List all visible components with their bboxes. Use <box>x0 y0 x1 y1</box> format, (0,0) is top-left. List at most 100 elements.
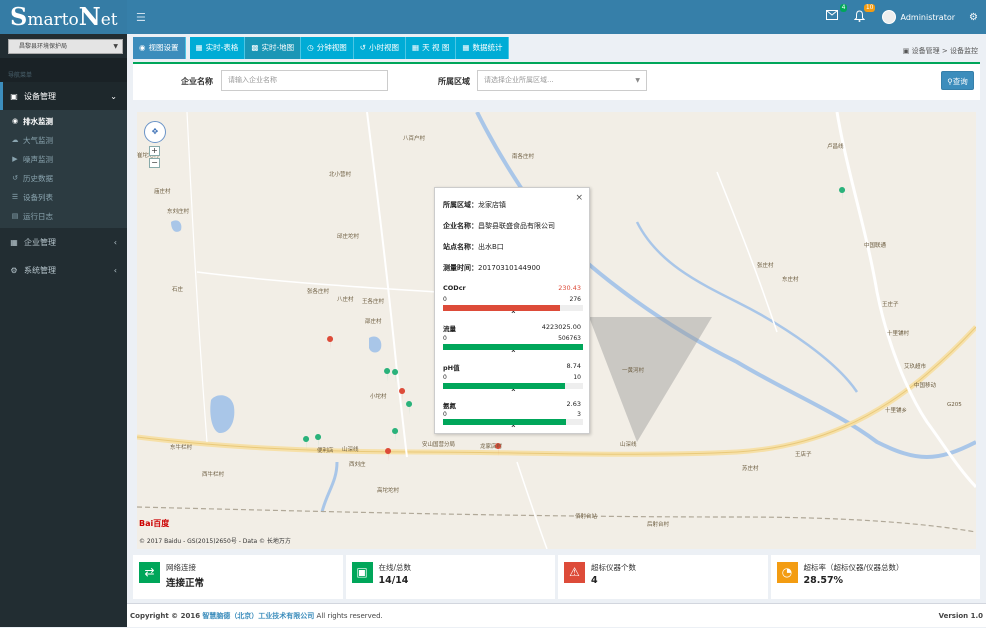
company-name-label: 企业名称 <box>181 77 213 86</box>
chevron-left-icon: ‹ <box>113 237 117 247</box>
query-button[interactable]: ⚲查询 <box>941 71 974 90</box>
close-icon[interactable]: × <box>575 193 583 203</box>
avatar <box>882 10 897 24</box>
stat-online: ▣ 在线/总数 14/14 <box>345 555 555 599</box>
map-place-label: 佰射台站 <box>575 514 598 520</box>
org-select[interactable]: 昌黎县环境保护局 ▼ <box>8 39 123 54</box>
map-pan-control[interactable]: ✥ <box>144 121 166 143</box>
chevron-up-icon: ⌃ <box>510 349 517 358</box>
breadcrumb: ▣ 设备管理 > 设备监控 <box>902 47 978 55</box>
map-place-label: 便利店 <box>317 448 334 454</box>
chevron-left-icon: ‹ <box>113 265 117 275</box>
metric-bar-fill <box>443 419 566 425</box>
footer: Copyright © 2016 智慧脑德（北京）工业技术有限公司 All ri… <box>127 603 986 627</box>
tab-realtime-map[interactable]: ▩ 实时-地图 <box>245 37 302 59</box>
map-place-label: 后射台村 <box>647 522 670 528</box>
sidebar-item-device-management[interactable]: ▣ 设备管理 ⌄ <box>0 82 127 110</box>
map-place-label: 张庄村 <box>757 263 774 269</box>
monitor-icon: ▣ <box>351 562 373 583</box>
map-view[interactable]: 八百户村 南各庄村 北小营村 庙庄村 东刘庄村 张各庄村 王各庄村 邵庄村 卢昌线 中国联通 张庄村… <box>137 112 976 549</box>
metric-name: pH值 <box>443 364 460 372</box>
chevron-up-icon: ⌃ <box>510 388 517 397</box>
map-place-label: 王店子 <box>795 452 812 458</box>
map-place-label: 邵庄村 <box>365 319 382 325</box>
sidebar-item-history[interactable]: ↺ 历史数据 <box>0 169 127 188</box>
main-content: ◉ 视图设置 ▦ 实时-表格 ▩ 实时-地图 ◷ 分钟视图 ↺ 小时视图 ▦ 天 视 图 ▦… <box>127 34 986 627</box>
region-label: 所属区域 <box>438 77 470 86</box>
map-copyright: © 2017 Baidu - GS(2015)2650号 - Data © 长地… <box>139 538 291 545</box>
map-place-label: 庙庄村 <box>154 189 171 195</box>
metric-bar-fill <box>443 383 566 389</box>
tab-hour-view[interactable]: ↺ 小时视图 <box>353 37 407 59</box>
sidebar-item-logs[interactable]: ▤ 运行日志 <box>0 207 127 226</box>
map-place-label: 八庄村 <box>337 297 354 303</box>
notifications-button[interactable]: 10 <box>854 4 876 24</box>
metric-min: 0 <box>443 335 447 342</box>
device-submenu: ◉ 排水监测 ☁ 大气监测 ▶ 噪声监测 ↺ 历史数据 ☰ 设备列表 ▤ 运行日志 <box>0 110 127 228</box>
sidebar-item-drainage[interactable]: ◉ 排水监测 <box>0 112 127 131</box>
user-menu[interactable]: Administrator <box>882 10 955 24</box>
cloud-icon: ☁ <box>11 136 19 144</box>
desktop-icon: ▣ <box>10 91 18 101</box>
list-icon: ☰ <box>11 193 19 201</box>
bell-icon <box>854 10 866 22</box>
map-place-label: 东刘庄村 <box>167 209 190 215</box>
map-place-label: 石庄 <box>172 287 184 293</box>
map-place-label: 南各庄村 <box>512 154 535 160</box>
stat-exceed-rate: ◔ 超标率（超标仪器/仪器总数） 28.57% <box>770 555 980 599</box>
metric-name: CODcr <box>443 284 466 292</box>
clock-icon: ◷ <box>307 43 314 52</box>
map-icon: ▩ <box>251 43 259 52</box>
map-place-label: 山深线 <box>620 442 637 448</box>
map-place-label: 安山国营分局 <box>422 442 456 448</box>
tab-minute-view[interactable]: ◷ 分钟视图 <box>301 37 354 59</box>
warning-icon: ⚠ <box>564 562 585 583</box>
metric-max: 10 <box>573 374 581 381</box>
file-icon: ▤ <box>11 212 19 220</box>
filter-bar: 企业名称 请输入企业名称 所属区域 请选择企业所属区域... ▼ ⚲查询 <box>133 64 980 100</box>
tab-statistics[interactable]: ▦ 数据统计 <box>456 37 510 59</box>
map-place-label: 十里铺乡 <box>885 408 908 414</box>
map-place-label: 八百户村 <box>403 136 426 142</box>
map-place-label: 中国联通 <box>864 243 887 249</box>
gears-icon[interactable]: ⚙ <box>969 12 978 23</box>
zoom-in-button[interactable]: + <box>149 146 160 156</box>
hamburger-icon[interactable]: ☰ <box>136 11 146 24</box>
app-logo[interactable]: SmartoNet <box>0 0 127 34</box>
chevron-up-icon: ⌃ <box>510 310 517 319</box>
metric-max: 276 <box>569 296 581 303</box>
map-place-label: G205 <box>947 402 962 408</box>
popup-station-row: 站点名称：出水B口 <box>443 243 504 251</box>
metric-min: 0 <box>443 296 447 303</box>
company-link[interactable]: 智慧脑德（北京）工业技术有限公司 <box>202 612 314 620</box>
globe-icon: ◉ <box>11 117 19 125</box>
metric-name: 流量 <box>443 325 456 333</box>
tab-realtime-table[interactable]: ▦ 实时-表格 <box>189 37 246 59</box>
sidebar-item-company-management[interactable]: ▦ 企业管理 ‹ <box>0 228 127 256</box>
company-name-input[interactable]: 请输入企业名称 <box>221 70 388 91</box>
building-icon: ▦ <box>10 237 18 247</box>
sidebar-item-air[interactable]: ☁ 大气监测 <box>0 131 127 150</box>
chevron-up-icon: ⌃ <box>510 424 517 433</box>
metric-max: 506763 <box>558 335 581 342</box>
table-icon: ▦ <box>195 43 203 52</box>
baidu-logo: Bai百度 <box>139 519 170 528</box>
map-place-label: 西牛栏村 <box>202 472 225 478</box>
sidebar-item-device-list[interactable]: ☰ 设备列表 <box>0 188 127 207</box>
station-info-popup: × 所属区域：龙家店镇 企业名称：昌黎县联盛食品有限公司 站点名称：出水B口 测… <box>434 187 590 434</box>
sidebar-item-noise[interactable]: ▶ 噪声监测 <box>0 150 127 169</box>
breadcrumb-device-management[interactable]: 设备管理 <box>912 47 940 55</box>
zoom-out-button[interactable]: − <box>149 158 160 168</box>
messages-button[interactable]: 4 <box>826 4 848 24</box>
map-place-label: 苏庄村 <box>742 466 759 472</box>
metric-value: 2.63 <box>566 400 581 408</box>
metric-max: 3 <box>577 411 581 418</box>
region-select[interactable]: 请选择企业所属区域... ▼ <box>477 70 647 91</box>
tab-day-view[interactable]: ▦ 天 视 图 <box>406 37 457 59</box>
map-place-label: 山深线 <box>342 447 359 453</box>
notifications-badge: 10 <box>863 4 876 12</box>
tab-view-settings[interactable]: ◉ 视图设置 <box>133 37 186 59</box>
map-place-label: 小坨村 <box>370 394 387 400</box>
sidebar-item-system-management[interactable]: ⚙ 系统管理 ‹ <box>0 256 127 284</box>
map-place-label: 西刘庄 <box>349 462 366 468</box>
